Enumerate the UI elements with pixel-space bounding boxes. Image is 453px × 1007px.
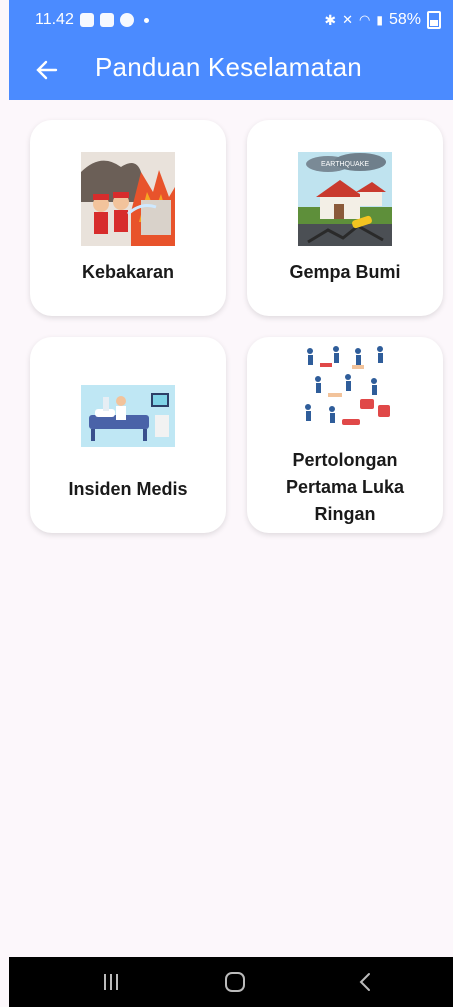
- home-icon[interactable]: [205, 957, 265, 1007]
- signal-icon: ▮: [376, 13, 383, 27]
- battery-percent: 58%: [388, 11, 421, 28]
- first-aid-illustration: [298, 341, 392, 435]
- earthquake-image-text: EARTHQUAKE: [321, 161, 369, 168]
- back-chevron-icon[interactable]: [335, 957, 395, 1007]
- battery-icon: [427, 11, 441, 29]
- fire-illustration: [81, 152, 175, 246]
- system-nav-bar: [9, 957, 453, 1007]
- earthquake-illustration: EARTHQUAKE: [298, 152, 392, 246]
- card-label: Pertolongan Pertama Luka Ringan: [285, 450, 405, 524]
- page-title: Panduan Keselamatan: [95, 52, 362, 82]
- title-bar: Panduan Keselamatan: [9, 48, 453, 92]
- card-insiden-medis[interactable]: Insiden Medis: [30, 337, 226, 533]
- medical-illustration: [81, 385, 175, 447]
- bluetooth-icon: ✱: [324, 11, 337, 28]
- back-arrow-icon[interactable]: [27, 50, 67, 90]
- recents-icon[interactable]: [81, 957, 141, 1007]
- notification-icon: [79, 13, 94, 27]
- card-pertolongan-pertama[interactable]: Pertolongan Pertama Luka Ringan: [247, 337, 443, 533]
- mute-icon: ✕: [342, 12, 354, 27]
- card-label: Gempa Bumi: [289, 262, 401, 282]
- card-gempa-bumi[interactable]: EARTHQUAKE Gempa Bumi: [247, 120, 443, 316]
- more-notifications-dot: [143, 17, 149, 23]
- status-bar: 11.42 ✱ ✕ ◠ ▮ 58%: [9, 8, 453, 34]
- card-kebakaran[interactable]: Kebakaran: [30, 120, 226, 316]
- app-bar: 11.42 ✱ ✕ ◠ ▮ 58% Panduan Keselamatan: [9, 0, 453, 100]
- whatsapp-icon: [119, 13, 134, 27]
- wifi-icon: ◠: [359, 12, 371, 27]
- card-label: Kebakaran: [81, 262, 175, 282]
- card-label: Insiden Medis: [68, 479, 188, 499]
- gallery-icon: [99, 13, 114, 27]
- status-time: 11.42: [35, 11, 74, 28]
